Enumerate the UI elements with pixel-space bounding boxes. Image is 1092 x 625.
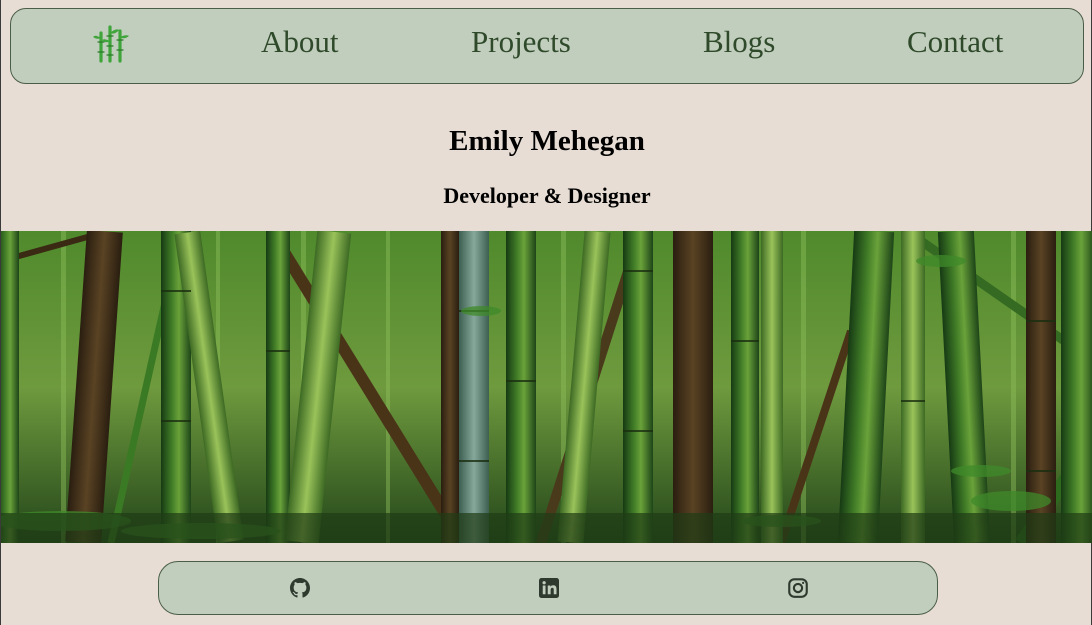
footer-social-bar xyxy=(158,561,938,615)
bamboo-icon[interactable] xyxy=(93,25,129,63)
nav-link-about[interactable]: About xyxy=(261,22,339,62)
nav-link-blogs[interactable]: Blogs xyxy=(703,22,775,62)
nav-link-projects[interactable]: Projects xyxy=(471,22,571,62)
nav-link-contact[interactable]: Contact xyxy=(907,22,1003,62)
instagram-icon[interactable] xyxy=(788,578,808,598)
github-icon[interactable] xyxy=(290,578,310,598)
page-subtitle: Developer & Designer xyxy=(443,183,651,208)
page-title: Emily Mehegan xyxy=(449,125,645,157)
bamboo-forest-image xyxy=(1,231,1092,543)
navbar: About Projects Blogs Contact xyxy=(10,8,1084,84)
linkedin-icon[interactable] xyxy=(539,578,559,598)
